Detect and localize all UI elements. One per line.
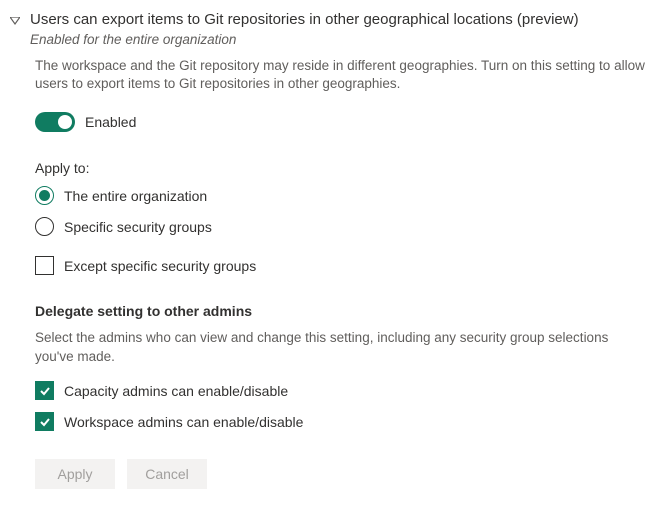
enable-toggle[interactable] (35, 112, 75, 132)
checkbox-label: Except specific security groups (64, 258, 256, 274)
radio-icon (35, 217, 54, 236)
checkbox-icon (35, 381, 54, 400)
setting-content: The workspace and the Git repository may… (0, 57, 668, 490)
radio-specific-groups[interactable]: Specific security groups (35, 217, 648, 236)
apply-to-label: Apply to: (35, 160, 648, 176)
checkbox-except-groups[interactable]: Except specific security groups (35, 256, 648, 275)
setting-title: Users can export items to Git repositori… (30, 10, 668, 30)
cancel-button[interactable]: Cancel (127, 459, 207, 489)
collapse-icon[interactable] (10, 14, 20, 30)
radio-icon (35, 186, 54, 205)
radio-label: Specific security groups (64, 219, 212, 235)
delegate-description: Select the admins who can view and chang… (35, 329, 648, 367)
checkbox-icon (35, 256, 54, 275)
apply-button[interactable]: Apply (35, 459, 115, 489)
checkbox-icon (35, 412, 54, 431)
action-buttons: Apply Cancel (35, 459, 648, 489)
checkbox-label: Workspace admins can enable/disable (64, 414, 303, 430)
radio-entire-organization[interactable]: The entire organization (35, 186, 648, 205)
checkbox-workspace-admins[interactable]: Workspace admins can enable/disable (35, 412, 648, 431)
radio-label: The entire organization (64, 188, 207, 204)
setting-header: Users can export items to Git repositori… (0, 10, 668, 47)
delegate-heading: Delegate setting to other admins (35, 303, 648, 319)
setting-subtitle: Enabled for the entire organization (30, 32, 668, 47)
checkbox-label: Capacity admins can enable/disable (64, 383, 288, 399)
checkbox-capacity-admins[interactable]: Capacity admins can enable/disable (35, 381, 648, 400)
setting-panel: Users can export items to Git repositori… (0, 10, 668, 489)
setting-description: The workspace and the Git repository may… (35, 57, 648, 95)
toggle-label: Enabled (85, 114, 136, 130)
header-text-block: Users can export items to Git repositori… (30, 10, 668, 47)
enable-toggle-row: Enabled (35, 112, 648, 132)
toggle-thumb (58, 115, 72, 129)
